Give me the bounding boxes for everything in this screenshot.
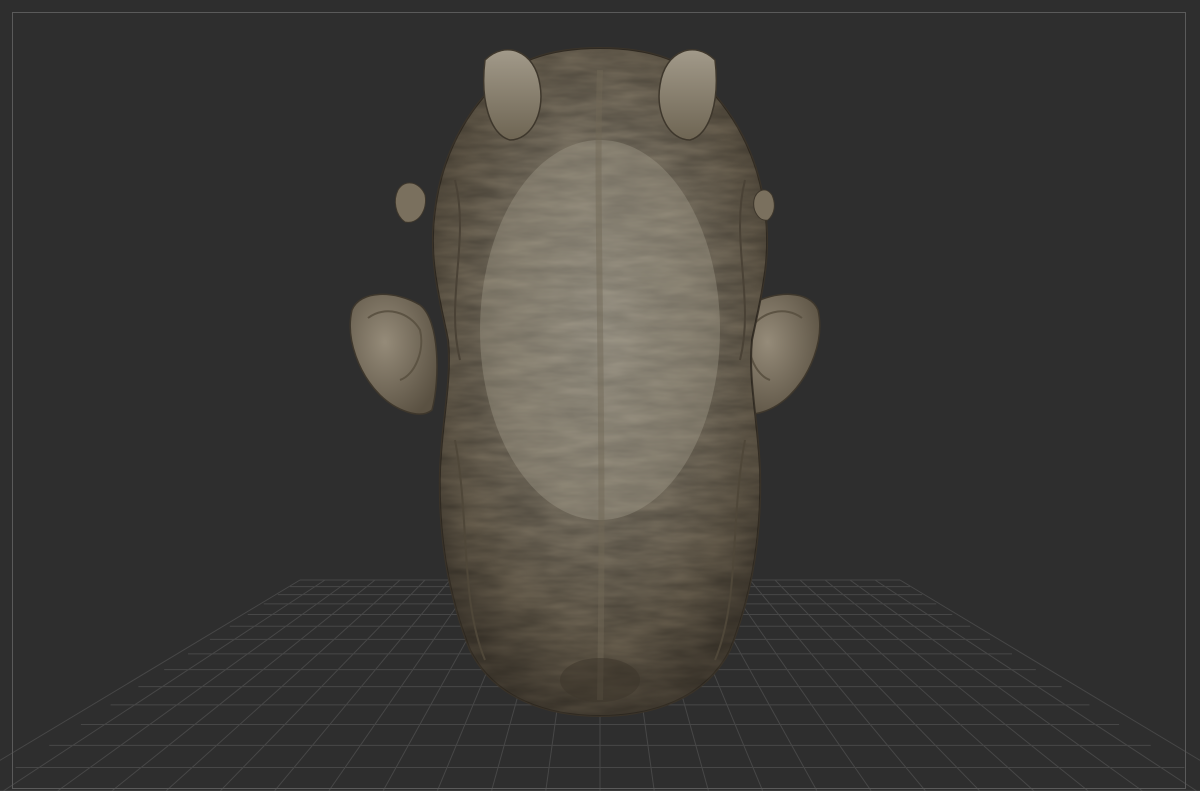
viewport-frame — [12, 12, 1186, 789]
3d-viewport[interactable] — [0, 0, 1200, 791]
